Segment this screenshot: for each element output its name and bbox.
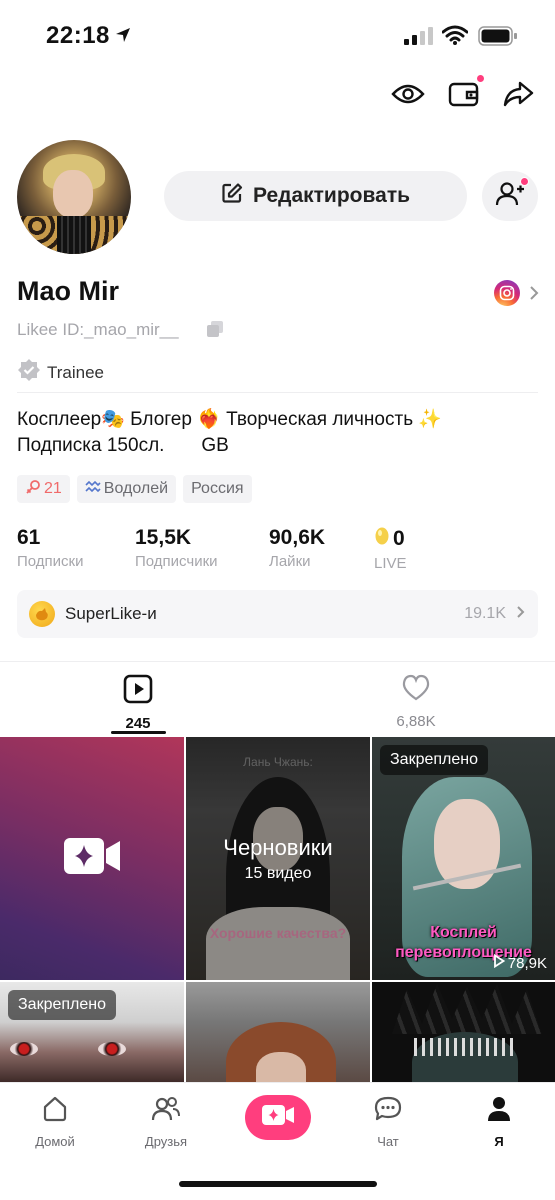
home-indicator: [179, 1181, 377, 1187]
tab-videos-count: 245: [125, 715, 151, 732]
edit-icon: [221, 182, 243, 210]
video-grid: Лань Чжань: Черновики 15 видео Хорошие к…: [0, 737, 555, 1082]
drafts-tile[interactable]: Лань Чжань: Черновики 15 видео Хорошие к…: [186, 737, 370, 980]
female-icon: [25, 479, 41, 500]
add-friend-notification-dot: [520, 177, 529, 186]
divider: [17, 392, 538, 393]
stat-live-value: 0: [374, 526, 407, 552]
video-play-icon: [123, 674, 153, 709]
level-badge-icon: [17, 358, 41, 387]
nav-chat[interactable]: Чат: [343, 1095, 433, 1149]
stat-value: 0: [393, 527, 405, 550]
status-bar: 22:18: [0, 0, 555, 70]
chevron-right-icon[interactable]: [528, 285, 540, 306]
bio: Косплеер🎭 Блогер ❤️‍🔥 Творческая личност…: [17, 407, 537, 459]
stat-label: LIVE: [374, 555, 407, 572]
age-label: 21: [44, 480, 62, 497]
visitors-eye-icon[interactable]: [390, 76, 426, 112]
bean-icon: [374, 526, 390, 552]
stat-followers[interactable]: 15,5K Подписчики: [135, 526, 218, 570]
chat-icon: [373, 1095, 403, 1128]
stat-label: Подписки: [17, 553, 84, 570]
superlike-icon: [29, 601, 55, 627]
nav-profile[interactable]: Я: [454, 1095, 544, 1149]
view-count: 78,9K: [493, 953, 547, 972]
view-count-value: 78,9K: [507, 954, 547, 972]
chevron-right-icon: [516, 605, 526, 624]
zodiac-label: Водолей: [103, 480, 169, 497]
tab-liked-count: 6,88K: [396, 713, 436, 730]
wallet-notification-dot: [476, 74, 485, 83]
pinned-badge: Закреплено: [380, 745, 488, 775]
video-tile[interactable]: [372, 982, 555, 1082]
location-arrow-icon: [114, 26, 132, 49]
status-time: 22:18: [46, 22, 110, 49]
instagram-icon[interactable]: [494, 280, 520, 306]
level-label: Trainee: [47, 362, 105, 382]
heart-icon: [401, 674, 431, 707]
cellular-signal-icon: [404, 27, 434, 50]
content-tabs: 245 6,88K: [0, 662, 555, 736]
camera-sparkle-icon: [63, 834, 121, 883]
drafts-background-caption: Хорошие качества?: [209, 925, 347, 941]
profile-tags: 21 Водолей Россия: [17, 475, 252, 503]
stat-following[interactable]: 61 Подписки: [17, 526, 84, 570]
play-outline-icon: [493, 953, 505, 972]
stat-value: 90,6K: [269, 526, 326, 549]
copy-icon[interactable]: [206, 320, 224, 343]
drafts-count: 15 видео: [244, 865, 312, 882]
level-row[interactable]: Trainee: [17, 358, 104, 387]
avatar[interactable]: [17, 140, 131, 254]
stat-live[interactable]: 0 LIVE: [374, 526, 407, 572]
stat-likes[interactable]: 90,6K Лайки: [269, 526, 325, 570]
country-label: Россия: [191, 480, 244, 497]
age-tag: 21: [17, 475, 70, 503]
stat-value: 61: [17, 526, 41, 549]
pinned-video-tile[interactable]: Закреплено: [0, 982, 184, 1082]
drafts-title: Черновики: [223, 835, 333, 860]
home-icon: [41, 1095, 69, 1128]
likee-id: Likee ID:_mao_mir__: [17, 320, 179, 339]
superlike-row[interactable]: SuperLike-и 19.1K: [17, 590, 538, 638]
pinned-video-tile[interactable]: Закреплено Косплей перевоплощение 78,9K: [372, 737, 555, 980]
pinned-badge: Закреплено: [8, 990, 116, 1020]
stat-value: 15,5K: [135, 526, 192, 549]
create-video-icon: [261, 1103, 295, 1132]
nav-home[interactable]: Домой: [10, 1095, 100, 1149]
stat-label: Лайки: [269, 553, 311, 570]
nav-chat-label: Чат: [377, 1134, 399, 1149]
wallet-icon[interactable]: [446, 74, 485, 112]
tab-videos[interactable]: 245: [78, 674, 198, 732]
stats-row: 61 Подписки 15,5K Подписчики 90,6K Лайки…: [17, 526, 537, 576]
edit-profile-button[interactable]: Редактировать: [164, 171, 467, 221]
tab-liked[interactable]: 6,88K: [356, 674, 476, 730]
bio-line: Подписка 150сл. GB: [17, 435, 229, 456]
aquarius-icon: [85, 480, 101, 499]
country-tag: Россия: [183, 475, 252, 503]
superlike-count: 19.1K: [464, 605, 506, 622]
profile-name: Mao Mir: [17, 276, 120, 306]
create-video-tile[interactable]: [0, 737, 184, 980]
nav-profile-label: Я: [494, 1134, 504, 1149]
profile-icon: [485, 1095, 513, 1128]
video-tile[interactable]: [186, 982, 370, 1082]
bio-line: Косплеер🎭 Блогер ❤️‍🔥 Творческая личност…: [17, 409, 443, 430]
edit-profile-label: Редактировать: [252, 184, 411, 207]
wifi-icon: [441, 25, 469, 50]
zodiac-tag: Водолей: [76, 475, 177, 503]
battery-icon: [478, 26, 518, 51]
friends-icon: [151, 1095, 181, 1128]
drafts-background-text: Лань Чжань:: [243, 755, 313, 769]
superlike-label: SuperLike-и: [65, 604, 157, 623]
share-icon[interactable]: [500, 76, 536, 112]
nav-home-label: Домой: [35, 1134, 75, 1149]
add-friend-button[interactable]: [482, 171, 538, 221]
stat-label: Подписчики: [135, 553, 218, 570]
active-tab-indicator: [111, 731, 166, 734]
create-video-button[interactable]: [245, 1095, 311, 1140]
nav-friends[interactable]: Друзья: [121, 1095, 211, 1149]
nav-friends-label: Друзья: [144, 1134, 188, 1149]
